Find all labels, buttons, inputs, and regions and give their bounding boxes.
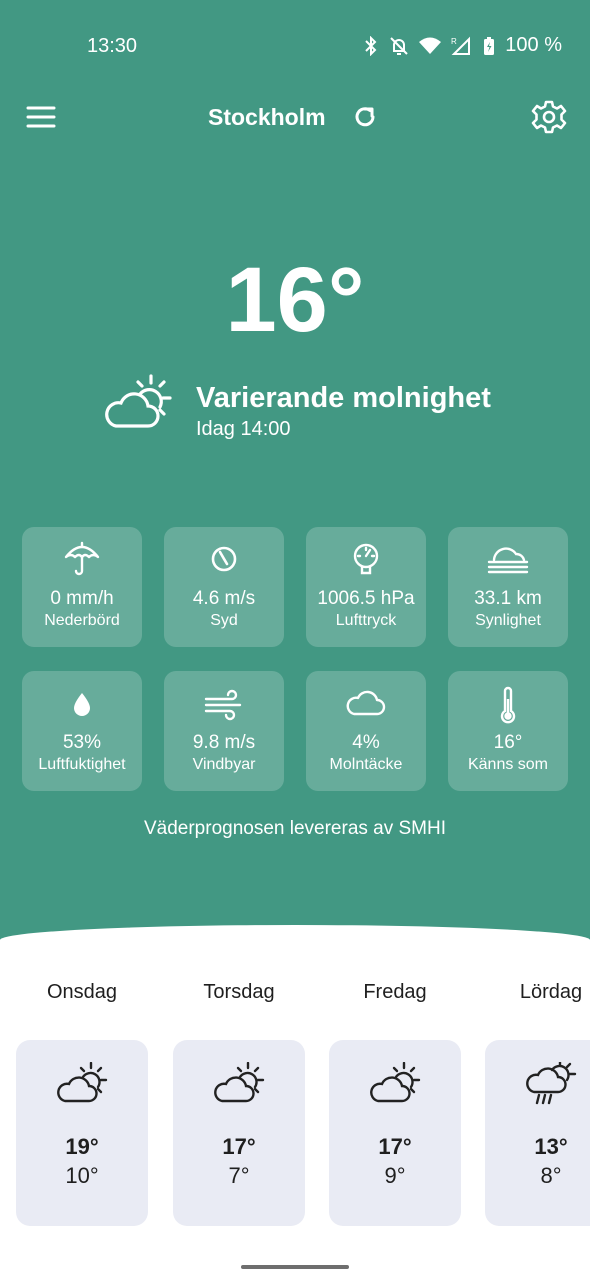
detail-value: 1006.5 hPa [317,588,415,609]
umbrella-icon [64,541,100,576]
status-bar: 13:30 R 100 % [0,0,590,92]
forecast-card[interactable]: 13° 8° [485,1040,590,1226]
rain-showers-icon [526,1062,577,1105]
detail-label: Syd [210,612,238,629]
detail-label: Lufttryck [335,612,397,629]
detail-value: 4% [352,732,380,753]
thermometer-icon [500,686,516,724]
detail-value: 33.1 km [474,588,542,609]
detail-value: 9.8 m/s [192,732,256,753]
partly-cloudy-icon [370,1062,421,1103]
detail-label: Molntäcke [329,756,403,773]
partly-cloudy-icon [214,1062,265,1103]
battery-icon [484,36,495,55]
updated-time: Idag 14:00 [196,418,291,440]
detail-tile-cloud-cover[interactable]: 4% Molntäcke [306,671,426,791]
condition-text: Varierande molnighet [196,382,491,414]
detail-tile-feels-like[interactable]: 16° Känns som [448,671,568,791]
city-title[interactable]: Stockholm [208,104,326,131]
forecast-day-label: Lördag [519,981,583,1003]
settings-button[interactable] [530,98,568,141]
detail-value: 4.6 m/s [192,588,256,609]
detail-tile-gusts[interactable]: 9.8 m/s Vindbyar [164,671,284,791]
battery-percent: 100 % [505,34,562,56]
wind-gust-icon [204,689,242,721]
forecast-card[interactable]: 17° 9° [329,1040,461,1226]
forecast-high: 13° [534,1134,568,1159]
signal-roaming-icon: R [451,36,471,55]
forecast-day-label: Fredag [363,981,427,1003]
visibility-fog-icon [487,547,529,574]
forecast-low: 7° [228,1163,250,1188]
detail-tile-wind[interactable]: 4.6 m/s Syd [164,527,284,647]
partly-cloudy-icon [102,374,174,437]
provider-text: Väderprognosen levereras av SMHI [143,818,447,839]
forecast-card[interactable]: 17° 7° [173,1040,305,1226]
detail-tile-visibility[interactable]: 33.1 km Synlighet [448,527,568,647]
detail-label: Känns som [467,756,549,773]
forecast-card[interactable]: 19° 10° [16,1040,148,1226]
svg-text:R: R [451,37,457,46]
partly-cloudy-icon [57,1062,108,1103]
status-time: 13:30 [87,35,138,57]
detail-tile-precipitation[interactable]: 0 mm/h Nederbörd [22,527,142,647]
detail-tile-pressure[interactable]: 1006.5 hPa Lufttryck [306,527,426,647]
refresh-icon [355,107,375,127]
status-icons: R 100 % [363,34,562,57]
detail-value: 16° [493,732,523,753]
cloud-icon [346,690,386,716]
detail-label: Synlighet [475,612,541,629]
app-bar: Stockholm [0,92,590,142]
forecast-low: 10° [65,1163,99,1188]
forecast-day-label: Torsdag [203,981,275,1003]
gear-icon [531,100,567,134]
forecast-high: 17° [378,1134,412,1159]
detail-value: 53% [62,732,102,753]
detail-label: Nederbörd [44,612,120,629]
detail-tile-humidity[interactable]: 53% Luftfuktighet [22,671,142,791]
forecast-day-label: Onsdag [46,981,118,1003]
bell-off-icon [390,36,408,55]
wind-direction-icon [211,546,237,572]
detail-value: 0 mm/h [50,588,114,609]
forecast-high: 19° [65,1134,99,1159]
wifi-icon [419,37,442,54]
bluetooth-icon [365,35,377,56]
forecast-low: 9° [384,1163,406,1188]
forecast-low: 8° [540,1163,562,1188]
refresh-button[interactable] [352,104,378,135]
water-drop-icon [74,693,90,716]
detail-label: Luftfuktighet [38,756,126,773]
forecast-sheet: Onsdag Torsdag Fredag Lördag 19° 10° 17°… [0,925,590,1280]
home-indicator[interactable] [241,1265,349,1269]
current-temperature: 16° [225,249,365,351]
menu-button[interactable] [26,105,56,129]
forecast-high: 17° [222,1134,256,1159]
hamburger-menu-icon [26,106,56,128]
detail-label: Vindbyar [192,756,256,773]
pressure-gauge-icon [353,543,379,575]
